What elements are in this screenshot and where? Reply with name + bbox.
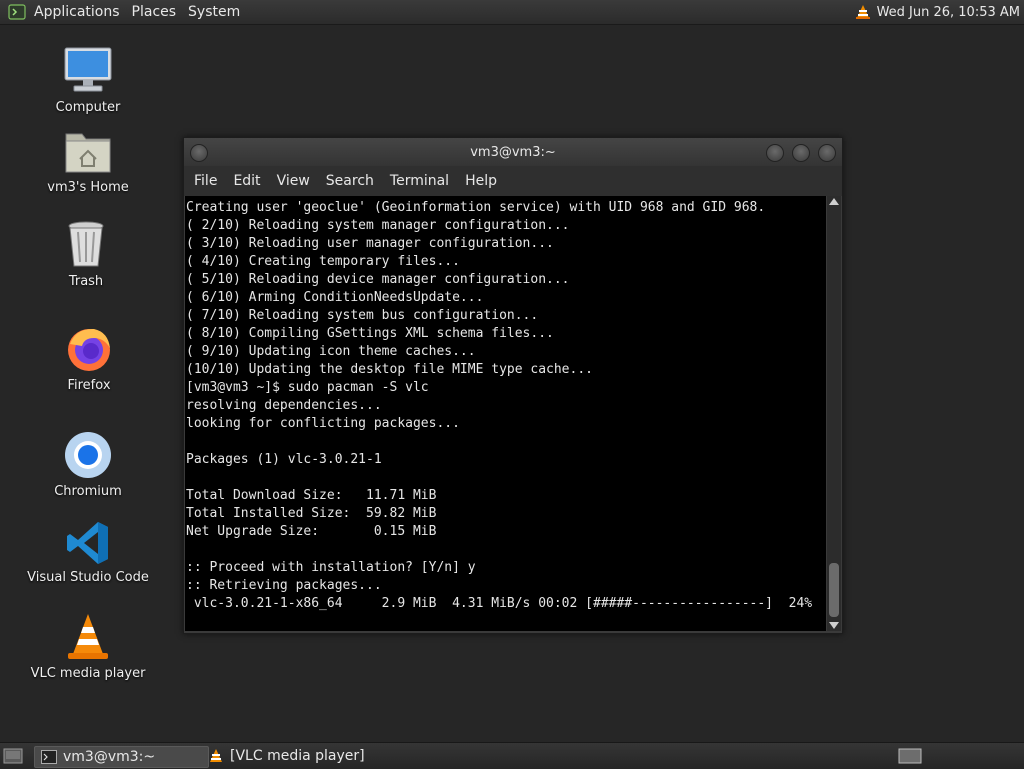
terminal-line: ( 9/10) Updating icon theme caches... xyxy=(186,344,476,359)
terminal-line: Creating user 'geoclue' (Geoinformation … xyxy=(186,200,766,215)
terminal-line: ( 6/10) Arming ConditionNeedsUpdate... xyxy=(186,290,484,305)
scroll-thumb[interactable] xyxy=(829,563,839,617)
desktop-icon-label: Trash xyxy=(68,274,104,289)
desktop-icon-trash[interactable]: Trash xyxy=(26,218,146,289)
desktop-icon-label: VLC media player xyxy=(30,666,146,681)
desktop-icon-firefox[interactable]: Firefox xyxy=(29,324,149,393)
terminal-output[interactable]: Creating user 'geoclue' (Geoinformation … xyxy=(185,196,826,631)
taskbar-item-label: vm3@vm3:~ xyxy=(63,749,156,765)
terminal-line: vlc-3.0.21-1-x86_64 2.9 MiB 4.31 MiB/s 0… xyxy=(186,596,813,611)
home-folder-icon xyxy=(65,133,111,173)
desktop-icon-label: Computer xyxy=(55,100,121,115)
terminal-line: resolving dependencies... xyxy=(186,398,382,413)
chromium-icon xyxy=(65,432,111,478)
clock[interactable]: Wed Jun 26, 10:53 AM xyxy=(877,5,1020,20)
menu-terminal[interactable]: Terminal xyxy=(382,173,457,189)
terminal-text: Creating user 'geoclue' (Geoinformation … xyxy=(185,196,826,613)
taskbar-item-vlc[interactable]: [VLC media player] xyxy=(202,746,374,766)
window-title: vm3@vm3:~ xyxy=(470,144,556,160)
maximize-button[interactable] xyxy=(792,144,810,162)
computer-icon xyxy=(64,47,112,92)
window-titlebar[interactable]: vm3@vm3:~ xyxy=(184,138,842,166)
desktop-icon-label: Visual Studio Code xyxy=(27,570,149,585)
terminal-line: ( 7/10) Reloading system bus configurati… xyxy=(186,308,539,323)
firefox-icon xyxy=(68,328,110,371)
menu-view[interactable]: View xyxy=(269,173,318,189)
trash-icon xyxy=(68,221,104,267)
desktop-icon-home[interactable]: vm3's Home xyxy=(28,126,148,195)
workspace-switcher-icon[interactable] xyxy=(898,748,922,764)
menu-edit[interactable]: Edit xyxy=(225,173,268,189)
taskbar-item-terminal[interactable]: vm3@vm3:~ xyxy=(34,746,209,768)
desktop-icon-label: Firefox xyxy=(67,378,111,393)
desktop-icon-chromium[interactable]: Chromium xyxy=(28,430,148,499)
menu-search[interactable]: Search xyxy=(318,173,382,189)
terminal-icon xyxy=(41,750,57,764)
places-menu[interactable]: Places xyxy=(128,4,185,20)
terminal-line: ( 5/10) Reloading device manager configu… xyxy=(186,272,570,287)
terminal-line: Net Upgrade Size: 0.15 MiB xyxy=(186,524,437,539)
terminal-menubar: File Edit View Search Terminal Help xyxy=(184,166,842,196)
terminal-window[interactable]: vm3@vm3:~ File Edit View Search Terminal… xyxy=(183,137,843,634)
terminal-line: ( 2/10) Reloading system manager configu… xyxy=(186,218,570,233)
desktop-icon-vscode[interactable]: Visual Studio Code xyxy=(27,520,149,585)
minimize-button[interactable] xyxy=(766,144,784,162)
terminal-line: ( 8/10) Compiling GSettings XML schema f… xyxy=(186,326,554,341)
panel-tray: Wed Jun 26, 10:53 AM xyxy=(855,0,1020,24)
menu-file[interactable]: File xyxy=(186,173,225,189)
applications-menu-icon[interactable] xyxy=(8,3,26,21)
terminal-line: Total Download Size: 11.71 MiB xyxy=(186,488,437,503)
terminal-line: ( 4/10) Creating temporary files... xyxy=(186,254,460,269)
vscode-icon xyxy=(67,522,108,564)
terminal-line: Packages (1) vlc-3.0.21-1 xyxy=(186,452,382,467)
vlc-icon xyxy=(68,614,108,659)
desktop-icon-label: vm3's Home xyxy=(47,180,129,195)
scroll-up-arrow-icon[interactable] xyxy=(829,198,839,205)
scroll-down-arrow-icon[interactable] xyxy=(829,622,839,629)
vlc-tray-icon[interactable] xyxy=(855,4,871,20)
desktop-icon-computer[interactable]: Computer xyxy=(28,44,148,115)
terminal-line: looking for conflicting packages... xyxy=(186,416,460,431)
desktop-icon-label: Chromium xyxy=(54,484,122,499)
menu-help[interactable]: Help xyxy=(457,173,505,189)
taskbar-item-label: [VLC media player] xyxy=(230,748,365,764)
terminal-line: :: Proceed with installation? [Y/n] y xyxy=(186,560,476,575)
terminal-line: Total Installed Size: 59.82 MiB xyxy=(186,506,437,521)
desktop-icon-vlc[interactable]: VLC media player xyxy=(28,612,148,681)
vlc-icon xyxy=(210,749,222,762)
terminal-scrollbar[interactable] xyxy=(827,196,841,631)
bottom-panel: vm3@vm3:~ [VLC media player] xyxy=(0,742,1024,769)
terminal-line: ( 3/10) Reloading user manager configura… xyxy=(186,236,554,251)
applications-menu[interactable]: Applications xyxy=(30,4,128,20)
terminal-line: [vm3@vm3 ~]$ sudo pacman -S vlc xyxy=(186,380,429,395)
top-panel: Applications Places System Wed Jun 26, 1… xyxy=(0,0,1024,25)
close-button[interactable] xyxy=(818,144,836,162)
show-desktop-icon[interactable] xyxy=(3,747,23,765)
system-menu[interactable]: System xyxy=(184,4,248,20)
terminal-line: :: Retrieving packages... xyxy=(186,578,382,593)
terminal-line: (10/10) Updating the desktop file MIME t… xyxy=(186,362,593,377)
window-menu-button[interactable] xyxy=(190,144,208,162)
